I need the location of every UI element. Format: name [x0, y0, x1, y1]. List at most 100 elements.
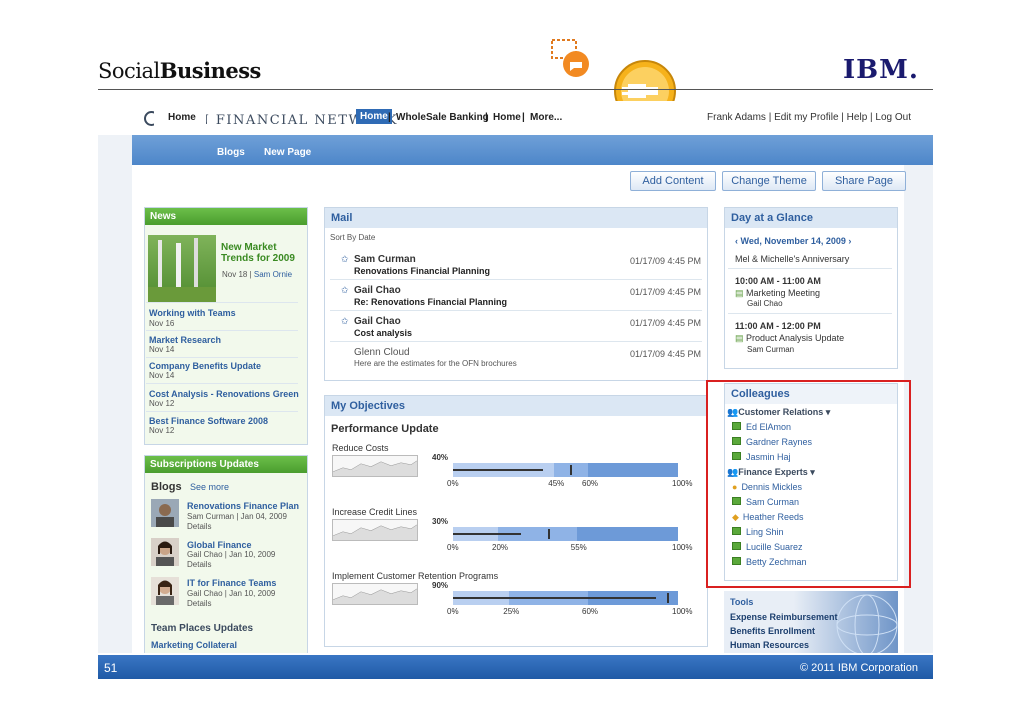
mail-time: 01/17/09 4:45 PM	[630, 287, 702, 297]
blog-post-title[interactable]: Global Finance	[187, 540, 252, 550]
tab-home[interactable]: Home	[168, 112, 196, 123]
objective-percent: 40%	[432, 453, 449, 462]
news-item[interactable]: Working with Teams	[149, 308, 236, 318]
event-row[interactable]: ▤ Marketing Meeting	[735, 288, 820, 299]
glance-divider	[728, 268, 892, 269]
objective-tick-label: 25%	[503, 607, 520, 616]
event-person[interactable]: Sam Curman	[747, 345, 794, 354]
user-links[interactable]: Frank Adams | Edit my Profile | Help | L…	[707, 112, 911, 123]
tab-new-page[interactable]: New Page	[264, 147, 311, 158]
team-places-heading: Team Places Updates	[151, 623, 254, 634]
nav-home2-link[interactable]: Home	[493, 112, 521, 123]
objective-tick-label: 60%	[582, 607, 599, 616]
news-divider	[146, 383, 298, 384]
news-date: Nov 14	[149, 371, 175, 380]
news-featured-meta: Nov 18 | Sam Ornie	[222, 270, 293, 279]
calendar-icon: ▤	[735, 333, 747, 343]
tab-blogs[interactable]: Blogs	[217, 147, 245, 158]
brand-social: Social	[98, 59, 160, 83]
objective-marker	[547, 529, 550, 539]
objective-tick-label: 0%	[447, 607, 459, 616]
sparkline	[332, 519, 418, 541]
mail-subject[interactable]: Re: Renovations Financial Planning	[354, 297, 507, 307]
ibm-logo: IBM.	[843, 55, 919, 85]
objective-label: Increase Credit Lines	[332, 507, 418, 517]
event-person[interactable]: Gail Chao	[747, 299, 783, 308]
objective-tick-label: 0%	[447, 479, 459, 488]
objective-tick-label: 100%	[672, 607, 693, 616]
copyright: © 2011 IBM Corporation	[800, 662, 918, 674]
objective-tick-label: 45%	[548, 479, 565, 488]
objective-percent: 30%	[432, 517, 449, 526]
nav-home-link[interactable]: Home	[356, 109, 392, 124]
blog-post-title[interactable]: IT for Finance Teams	[187, 578, 276, 588]
add-content-button[interactable]: Add Content	[630, 171, 716, 191]
tools-item[interactable]: Expense Reimbursement	[730, 612, 838, 622]
nav-sep: |	[485, 112, 488, 123]
blog-post-meta: Sam Curman | Jan 04, 2009	[187, 512, 287, 521]
blog-post-title[interactable]: Renovations Finance Plan	[187, 501, 299, 511]
glance-anniversary: Mel & Michelle's Anniversary	[735, 254, 850, 264]
change-theme-button[interactable]: Change Theme	[722, 171, 816, 191]
sparkline	[332, 583, 418, 605]
news-divider	[146, 357, 298, 358]
objective-tick-label: 20%	[492, 543, 509, 552]
details-link[interactable]: Details	[187, 522, 211, 531]
details-link[interactable]: Details	[187, 560, 211, 569]
event-name: Marketing Meeting	[746, 288, 821, 298]
mail-from[interactable]: Gail Chao	[354, 316, 401, 327]
share-page-button[interactable]: Share Page	[822, 171, 906, 191]
news-item[interactable]: Market Research	[149, 335, 221, 345]
event-row[interactable]: ▤ Product Analysis Update	[735, 333, 844, 344]
tools-item[interactable]: Human Resources	[730, 640, 809, 650]
objective-percent: 90%	[432, 581, 449, 590]
news-featured-author[interactable]: Sam Ornie	[254, 270, 292, 279]
objective-marker	[666, 593, 669, 603]
objective-tick-label: 60%	[582, 479, 599, 488]
news-item[interactable]: Cost Analysis - Renovations Green	[149, 389, 299, 399]
mail-subject[interactable]: Cost analysis	[354, 328, 412, 338]
avatar	[151, 577, 179, 605]
tools-title: Tools	[730, 597, 754, 607]
star-icon[interactable]: ✩	[341, 285, 349, 296]
news-divider	[146, 302, 298, 303]
marketing-collateral-link[interactable]: Marketing Collateral	[151, 640, 237, 650]
news-featured-title[interactable]: New Market Trends for 2009	[221, 242, 301, 264]
tools-item[interactable]: Benefits Enrollment	[730, 626, 815, 636]
details-link[interactable]: Details	[187, 599, 211, 608]
mail-subject[interactable]: Here are the estimates for the OFN broch…	[354, 359, 517, 367]
objective-tick-label: 55%	[570, 543, 587, 552]
calendar-icon: ▤	[735, 288, 747, 298]
blogs-heading: Blogs	[151, 481, 182, 493]
glance-date[interactable]: ‹ Wed, November 14, 2009 ›	[735, 236, 851, 246]
blog-post-meta: Gail Chao | Jan 10, 2009	[187, 550, 276, 559]
globe-icon	[836, 594, 898, 653]
mail-sort[interactable]: Sort By Date	[330, 233, 375, 242]
see-more-link[interactable]: See more	[190, 482, 229, 492]
tab-band	[132, 135, 933, 165]
avatar	[151, 499, 179, 527]
mail-from[interactable]: Glenn Cloud	[354, 347, 410, 358]
news-date: Nov 12	[149, 426, 175, 435]
objective-progress-line	[453, 597, 656, 599]
mail-time: 01/17/09 4:45 PM	[630, 256, 702, 266]
mail-time: 01/17/09 4:45 PM	[630, 318, 702, 328]
star-icon[interactable]: ✩	[341, 316, 349, 327]
slide-brand: SocialBusiness	[98, 58, 261, 83]
mail-from[interactable]: Sam Curman	[354, 254, 416, 265]
nav-wholesale-link[interactable]: WholeSale Banking	[396, 112, 489, 123]
news-divider	[146, 411, 298, 412]
news-item[interactable]: Company Benefits Update	[149, 361, 261, 371]
objective-tick-label: 0%	[447, 543, 459, 552]
chat-icon	[550, 38, 590, 80]
nav-sep: |	[522, 112, 525, 123]
mail-subject[interactable]: Renovations Financial Planning	[354, 266, 490, 276]
news-divider	[146, 330, 298, 331]
nav-more-link[interactable]: More...	[530, 112, 562, 123]
mail-from[interactable]: Gail Chao	[354, 285, 401, 296]
objective-bar-target	[588, 463, 678, 477]
news-item[interactable]: Best Finance Software 2008	[149, 416, 268, 426]
glance-divider	[728, 313, 892, 314]
star-icon[interactable]: ✩	[341, 254, 349, 265]
mail-title: Mail	[325, 208, 707, 228]
